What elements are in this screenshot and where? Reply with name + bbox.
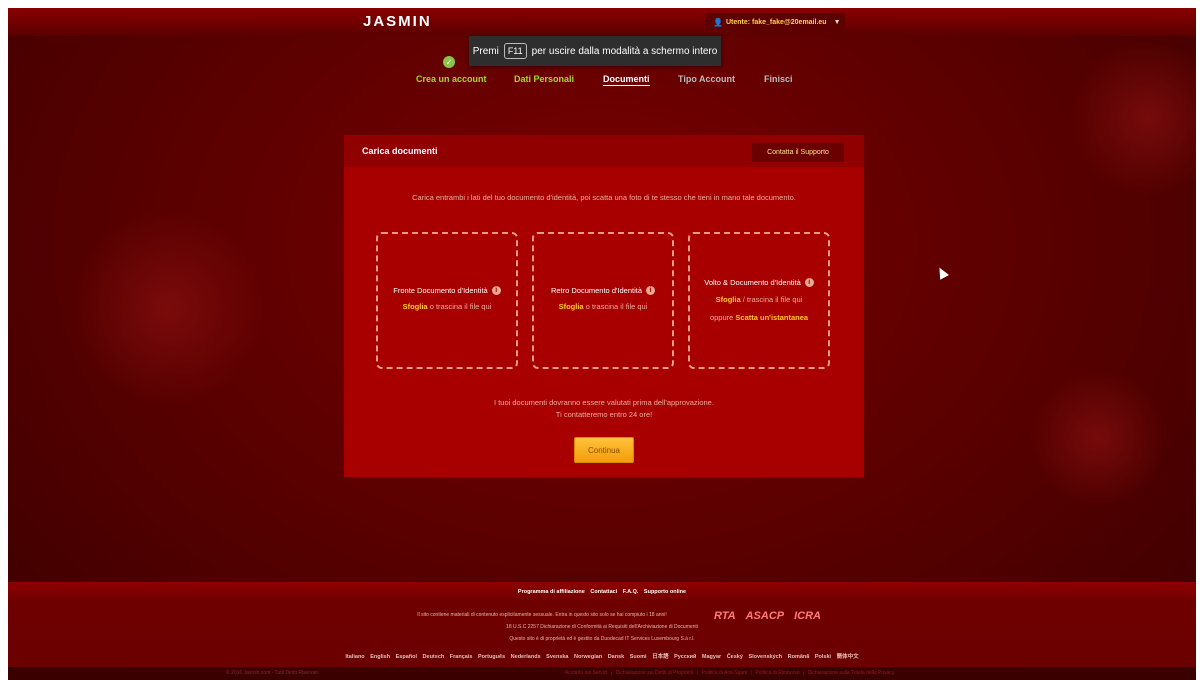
dropzone-hint: Sfoglia o trascina il file qui (534, 302, 672, 311)
review-note: I tuoi documenti dovranno essere valutat… (344, 397, 864, 421)
legal-link-antispam[interactable]: Politica di Anti-Spam (701, 670, 747, 676)
site-logo[interactable]: JASMIN (363, 13, 432, 30)
background-bokeh (1068, 38, 1196, 198)
lang-italiano[interactable]: Italiano (345, 654, 364, 660)
dropzone-hint: Sfoglia o trascina il file qui (378, 302, 516, 311)
dropzone-id-back[interactable]: Retro Documento d'Identità i Sfoglia o t… (532, 232, 674, 369)
dropzone-title-row: Volto & Documento d'Identità i (690, 278, 828, 287)
lang-cesky[interactable]: Český (727, 654, 743, 660)
user-icon: 👤 (713, 17, 723, 27)
dropzone-title: Volto & Documento d'Identità (704, 278, 801, 287)
bottom-bar: © 2016 Jasmin.com - Tutti Diritti Riserv… (8, 667, 1196, 680)
upload-instructions: Carica entrambi i lati del tuo documento… (412, 193, 796, 202)
rating-badges: RTA ASACP ICRA (714, 610, 821, 622)
info-icon[interactable]: i (491, 286, 501, 295)
dropzone-title-row: Fronte Documento d'Identità i (378, 286, 516, 295)
footer-link-affiliate[interactable]: Programma di affiliazione (518, 589, 585, 595)
legal-links: Accordo sui Servizi | Dichiarazione sui … (565, 670, 895, 676)
legal-link-ip[interactable]: Dichiarazione sui Diritti di Proprietà (616, 670, 694, 676)
background-bokeh (1028, 368, 1168, 508)
footer-links: Programma di affiliazione Contattaci F.A… (8, 589, 1196, 595)
review-note-line2: Ti contatteremo entro 24 ore! (555, 410, 653, 419)
dropzone-hint-text: o trascina il file qui (429, 302, 492, 311)
lang-english[interactable]: English (370, 654, 390, 660)
browse-link[interactable]: Sfoglia (716, 295, 741, 304)
fullscreen-toast: Premi F11 per uscire dalla modalità a sc… (469, 36, 721, 66)
footer: Programma di affiliazione Contattaci F.A… (8, 582, 1196, 680)
toast-text-after: per uscire dalla modalità a schermo inte… (531, 45, 718, 57)
language-selector: Italiano English Español Deutsch Françai… (8, 652, 1196, 660)
user-menu-label: Utente: fake_fake@20email.eu (725, 18, 827, 26)
upload-documents-card: Carica documenti Contatta il Supporto Ca… (344, 135, 864, 477)
footer-link-contact[interactable]: Contattaci (590, 589, 617, 595)
step-crea-account: Crea un account (416, 74, 487, 84)
step-documenti: Documenti (603, 74, 650, 86)
dropzone-hint-text: / trascina il file qui (742, 295, 803, 304)
page-frame: JASMIN 👤 Utente: fake_fake@20email.eu ▼ … (8, 8, 1196, 680)
background-bokeh (68, 208, 268, 408)
dropzone-title: Fronte Documento d'Identità (393, 286, 488, 295)
footer-link-faq[interactable]: F.A.Q. (623, 589, 639, 595)
step-dati-personali: Dati Personali (514, 74, 575, 84)
top-bar: JASMIN 👤 Utente: fake_fake@20email.eu ▼ (8, 8, 1196, 36)
take-snapshot-link[interactable]: Scatta un'istantanea (735, 313, 808, 322)
key-badge: F11 (503, 43, 527, 59)
legal-link-privacy[interactable]: Dichiarazione sulla Tutela della Privacy (808, 670, 895, 676)
ownership-statement: Questo sito è di proprietà ed è gestito … (509, 636, 695, 642)
browse-link[interactable]: Sfoglia (403, 302, 428, 311)
legal-link-terms[interactable]: Accordo sui Servizi (565, 670, 608, 676)
dropzone-title: Retro Documento d'Identità (550, 286, 643, 295)
dropzone-hint: Sfoglia / trascina il file qui (690, 295, 828, 304)
lang-dansk[interactable]: Dansk (608, 654, 625, 660)
info-icon[interactable]: i (804, 278, 814, 287)
check-icon: ✓ (443, 56, 455, 68)
legal-link-refund[interactable]: Politica di Rimborso (755, 670, 799, 676)
dropzone-hint-text: o trascina il file qui (585, 302, 648, 311)
lang-espanol[interactable]: Español (396, 654, 417, 660)
dropzone-title-row: Retro Documento d'Identità i (534, 286, 672, 295)
lang-russian[interactable]: Русский (674, 654, 696, 660)
step-finisci: Finisci (764, 74, 793, 84)
contact-support-button[interactable]: Contatta il Supporto (752, 143, 844, 162)
continue-button[interactable]: Continua (574, 437, 634, 463)
lang-romana[interactable]: Română (788, 654, 810, 660)
lang-polski[interactable]: Polski (815, 654, 831, 660)
asacp-badge[interactable]: ASACP (746, 610, 785, 622)
lang-nederlands[interactable]: Nederlands (511, 654, 541, 660)
lang-francais[interactable]: Français (450, 654, 473, 660)
user-menu[interactable]: 👤 Utente: fake_fake@20email.eu ▼ (705, 13, 845, 31)
copyright: © 2016 Jasmin.com - Tutti Diritti Riserv… (226, 670, 318, 676)
lang-magyar[interactable]: Magyar (702, 654, 721, 660)
lang-portugues[interactable]: Português (478, 654, 505, 660)
lang-norwegian[interactable]: Norwegian (574, 654, 602, 660)
compliance-statement[interactable]: 18 U.S.C 2257 Dichiarazione di Conformit… (8, 624, 1196, 630)
dropzone-snapshot-line: oppure Scatta un'istantanea (690, 313, 828, 322)
step-tipo-account: Tipo Account (678, 74, 735, 84)
adult-disclaimer: Il sito contiene materiali di contenuto … (417, 612, 667, 618)
lang-chinese[interactable]: 簡体中文 (837, 654, 859, 660)
lang-deutsch[interactable]: Deutsch (423, 654, 445, 660)
or-text: oppure (709, 313, 734, 322)
dropzone-id-front[interactable]: Fronte Documento d'Identità i Sfoglia o … (376, 232, 518, 369)
browse-link[interactable]: Sfoglia (559, 302, 584, 311)
info-icon[interactable]: i (646, 286, 656, 295)
dropzone-face-and-id[interactable]: Volto & Documento d'Identità i Sfoglia /… (688, 232, 830, 369)
toast-text-before: Premi (472, 45, 499, 57)
rta-badge[interactable]: RTA (714, 610, 736, 622)
card-header: Carica documenti Contatta il Supporto (344, 135, 864, 167)
footer-link-support[interactable]: Supporto online (644, 589, 686, 595)
icra-badge[interactable]: ICRA (794, 610, 821, 622)
lang-suomi[interactable]: Suomi (630, 654, 647, 660)
lang-japanese[interactable]: 日本語 (652, 654, 669, 660)
card-title: Carica documenti (362, 146, 438, 156)
chevron-down-icon: ▼ (833, 18, 841, 26)
lang-slovak[interactable]: Slovenských (748, 654, 782, 660)
review-note-line1: I tuoi documenti dovranno essere valutat… (494, 398, 714, 407)
lang-svenska[interactable]: Svenska (546, 654, 568, 660)
mouse-cursor-icon (935, 265, 949, 280)
